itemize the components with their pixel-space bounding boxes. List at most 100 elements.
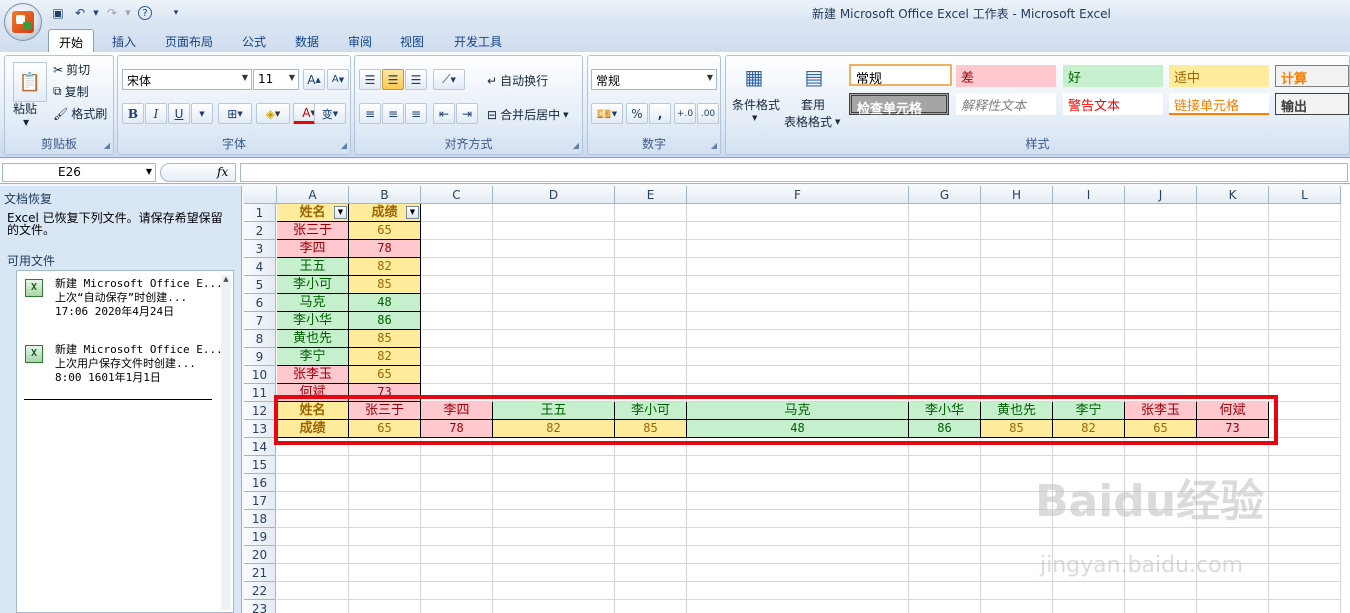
cell[interactable] (421, 222, 493, 240)
chevron-down-icon[interactable]: ▼ (146, 167, 152, 176)
cell[interactable] (493, 564, 615, 582)
row-header[interactable]: 3 (244, 240, 276, 258)
underline-button[interactable]: U (168, 103, 190, 124)
cell[interactable] (1197, 204, 1269, 222)
align-middle-button[interactable]: ☰ (382, 69, 404, 90)
row-header[interactable]: 11 (244, 384, 276, 402)
score-cell[interactable]: 48 (349, 294, 421, 312)
cell[interactable] (349, 600, 421, 613)
cell[interactable] (1125, 528, 1197, 546)
cell[interactable] (909, 312, 981, 330)
score-cell[interactable]: 65 (349, 366, 421, 384)
paste-icon[interactable]: 📋 (13, 62, 47, 102)
cell[interactable] (909, 366, 981, 384)
cell[interactable] (1269, 222, 1341, 240)
score-cell[interactable]: 78 (349, 240, 421, 258)
cell[interactable] (615, 276, 687, 294)
tab-page-layout[interactable]: 页面布局 (155, 29, 223, 52)
format-painter-button[interactable]: 🖌 格式刷 (53, 105, 107, 122)
cell[interactable] (615, 510, 687, 528)
cell[interactable] (615, 366, 687, 384)
cell[interactable] (277, 492, 349, 510)
cell[interactable] (493, 492, 615, 510)
row-header[interactable]: 18 (244, 510, 276, 528)
column-header[interactable]: L (1269, 186, 1341, 204)
redo-dropdown-icon[interactable]: ▼ (120, 5, 136, 21)
cell[interactable] (687, 222, 909, 240)
cell[interactable] (909, 474, 981, 492)
filter-dropdown-icon[interactable]: ▼ (406, 206, 419, 219)
cell[interactable] (421, 240, 493, 258)
dialog-launcher-icon[interactable]: ◢ (341, 141, 347, 150)
header-score-cell[interactable]: 成绩 ▼ (349, 204, 421, 222)
cell[interactable] (1197, 600, 1269, 613)
cell[interactable] (1053, 240, 1125, 258)
cell[interactable] (1269, 546, 1341, 564)
tab-view[interactable]: 视图 (390, 29, 434, 52)
cell[interactable] (1125, 294, 1197, 312)
cell[interactable] (909, 258, 981, 276)
cell[interactable] (1125, 330, 1197, 348)
increase-decimal-button[interactable]: +.0 (674, 103, 696, 124)
cell[interactable] (493, 456, 615, 474)
scroll-up-icon[interactable]: ▲ (221, 275, 231, 283)
row-header[interactable]: 9 (244, 348, 276, 366)
cell[interactable] (615, 546, 687, 564)
cell[interactable] (421, 510, 493, 528)
chevron-down-icon[interactable]: ▼ (752, 114, 757, 122)
cell[interactable] (1269, 330, 1341, 348)
style-good[interactable]: 好 (1063, 65, 1163, 87)
cell[interactable] (421, 258, 493, 276)
style-calculation[interactable]: 计算 (1275, 65, 1349, 87)
cell[interactable] (909, 222, 981, 240)
save-icon[interactable]: ▣ (50, 5, 66, 21)
cell[interactable] (687, 204, 909, 222)
align-right-button[interactable]: ≡ (405, 103, 427, 124)
cell[interactable] (277, 582, 349, 600)
cell[interactable] (277, 510, 349, 528)
row-header[interactable]: 23 (244, 600, 276, 613)
column-header[interactable]: A (277, 186, 349, 204)
cell[interactable] (493, 258, 615, 276)
name-cell[interactable]: 黄也先 (277, 330, 349, 348)
scrollbar[interactable]: ▲ (221, 275, 231, 610)
format-table-button-1[interactable]: 套用 (801, 96, 825, 113)
cell[interactable] (1053, 222, 1125, 240)
cell[interactable] (1269, 366, 1341, 384)
cell[interactable] (1269, 276, 1341, 294)
customize-toolbar-icon[interactable]: ▾ (168, 5, 184, 21)
cell[interactable] (1125, 600, 1197, 613)
paste-dropdown-icon[interactable]: ▼ (23, 118, 29, 127)
cell[interactable] (1197, 240, 1269, 258)
row-header[interactable]: 12 (244, 402, 276, 420)
cell[interactable] (421, 312, 493, 330)
cell[interactable] (349, 528, 421, 546)
cell[interactable] (1197, 330, 1269, 348)
cell[interactable] (349, 546, 421, 564)
cell[interactable] (615, 528, 687, 546)
cell[interactable] (277, 528, 349, 546)
paste-button[interactable]: 粘贴 (13, 100, 37, 117)
tab-formulas[interactable]: 公式 (232, 29, 276, 52)
cell[interactable] (1269, 438, 1341, 456)
cell[interactable] (1125, 222, 1197, 240)
cell[interactable] (493, 600, 615, 613)
row-header[interactable]: 20 (244, 546, 276, 564)
number-format-combo[interactable]: 常规 ▼ (591, 69, 717, 90)
undo-dropdown-icon[interactable]: ▼ (88, 5, 104, 21)
cell[interactable] (981, 222, 1053, 240)
cell[interactable] (493, 222, 615, 240)
redo-icon[interactable]: ↷ (104, 5, 120, 21)
cell[interactable] (1197, 366, 1269, 384)
conditional-format-button[interactable]: 条件格式 (732, 96, 780, 113)
cell[interactable] (1053, 204, 1125, 222)
cell[interactable] (909, 330, 981, 348)
font-size-combo[interactable]: 11 ▼ (253, 69, 299, 90)
cell[interactable] (687, 456, 909, 474)
cell[interactable] (277, 600, 349, 613)
cell[interactable] (493, 510, 615, 528)
cell[interactable] (1197, 276, 1269, 294)
cell[interactable] (687, 366, 909, 384)
row-header[interactable]: 16 (244, 474, 276, 492)
cell[interactable] (349, 474, 421, 492)
